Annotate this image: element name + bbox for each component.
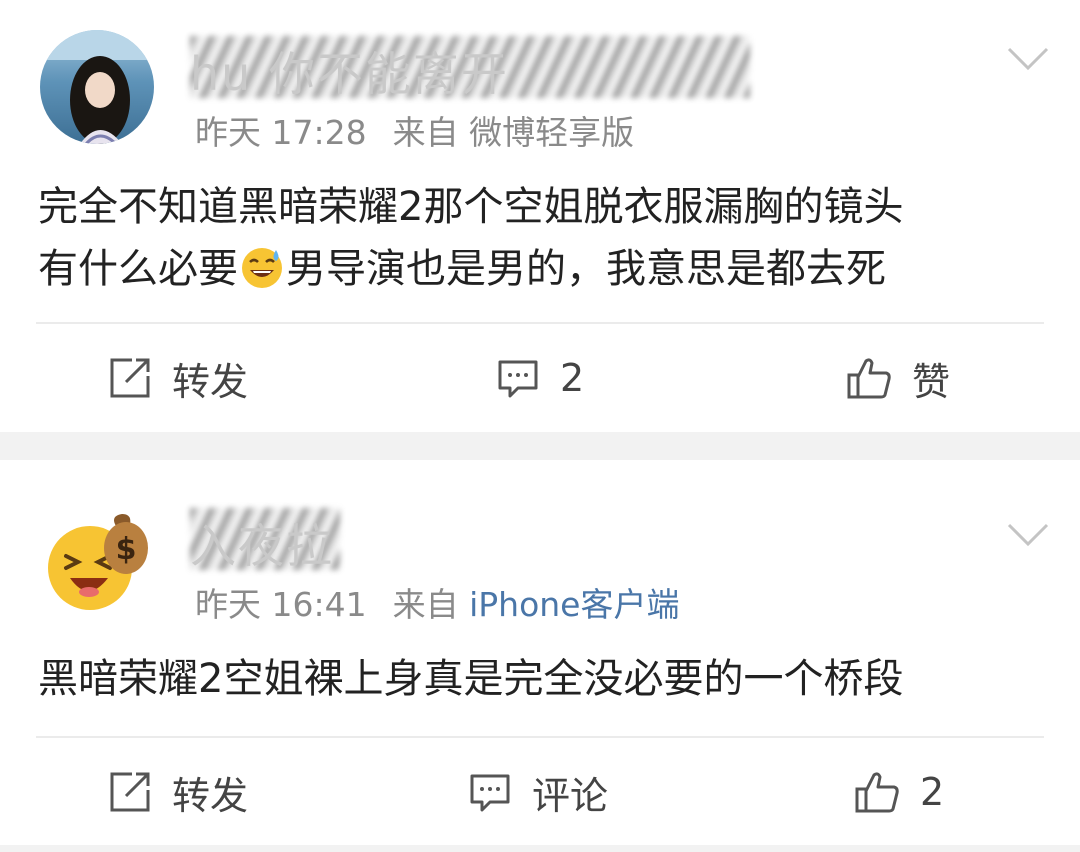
post-time: 昨天 17:28 [195, 113, 367, 152]
divider [36, 322, 1044, 324]
repost-button[interactable]: 转发 [108, 762, 248, 822]
chevron-down-icon[interactable] [1006, 44, 1050, 74]
comment-button[interactable]: 评论 [468, 762, 608, 822]
comment-count: 2 [560, 356, 585, 400]
divider [36, 736, 1044, 738]
comment-icon [470, 774, 510, 812]
username[interactable]: 入夜拉 [190, 510, 334, 576]
avatar[interactable] [40, 30, 154, 144]
thumbs-up-icon [847, 358, 891, 399]
repost-label: 转发 [172, 773, 249, 818]
comment-label: 评论 [532, 773, 609, 818]
post-text-line: 有什么必要 [38, 246, 238, 292]
post-text-line: 黑暗荣耀2空姐裸上身真是完全没必要的一个桥段 [38, 656, 904, 702]
post-text-line: 男导演也是男的，我意思是都去死 [286, 246, 886, 292]
thumbs-up-icon [855, 772, 899, 813]
sweat-smile-emoji [242, 248, 282, 288]
like-count: 2 [920, 770, 945, 814]
post-meta: 昨天 16:41 来自 iPhone客户端 [195, 578, 680, 626]
like-button[interactable]: 赞 [846, 348, 950, 408]
username[interactable]: hu 你不能离开 [190, 38, 509, 104]
comment-icon [498, 360, 538, 398]
repost-button[interactable]: 转发 [108, 348, 248, 408]
post-text: 黑暗荣耀2空姐裸上身真是完全没必要的一个桥段 [38, 648, 1048, 710]
post-text-line: 完全不知道黑暗荣耀2那个空姐脱衣服漏胸的镜头 [38, 184, 904, 230]
share-icon [110, 358, 150, 398]
repost-label: 转发 [172, 359, 249, 404]
like-button[interactable]: 2 [854, 762, 944, 822]
chevron-down-icon[interactable] [1006, 520, 1050, 550]
post-card: $ 入夜拉 昨天 16:41 来自 iPhone客户端 黑暗荣耀2空姐裸上身真是完… [0, 460, 1080, 845]
share-icon [110, 772, 150, 812]
like-label: 赞 [912, 359, 951, 404]
svg-text:$: $ [116, 532, 137, 567]
comment-button[interactable]: 2 [496, 348, 584, 408]
source-device-link[interactable]: iPhone客户端 [469, 585, 679, 624]
avatar[interactable]: $ [40, 504, 154, 618]
source-device: 微博轻享版 [469, 113, 635, 152]
source-label: 来自 [392, 585, 459, 624]
post-text: 完全不知道黑暗荣耀2那个空姐脱衣服漏胸的镜头 有什么必要 男导演也是男的，我意思… [38, 176, 1048, 300]
source-label: 来自 [392, 113, 459, 152]
post-meta: 昨天 17:28 来自 微博轻享版 [195, 106, 634, 154]
post-card: hu 你不能离开 昨天 17:28 来自 微博轻享版 完全不知道黑暗荣耀2那个空姐… [0, 0, 1080, 432]
post-time: 昨天 16:41 [195, 585, 367, 624]
